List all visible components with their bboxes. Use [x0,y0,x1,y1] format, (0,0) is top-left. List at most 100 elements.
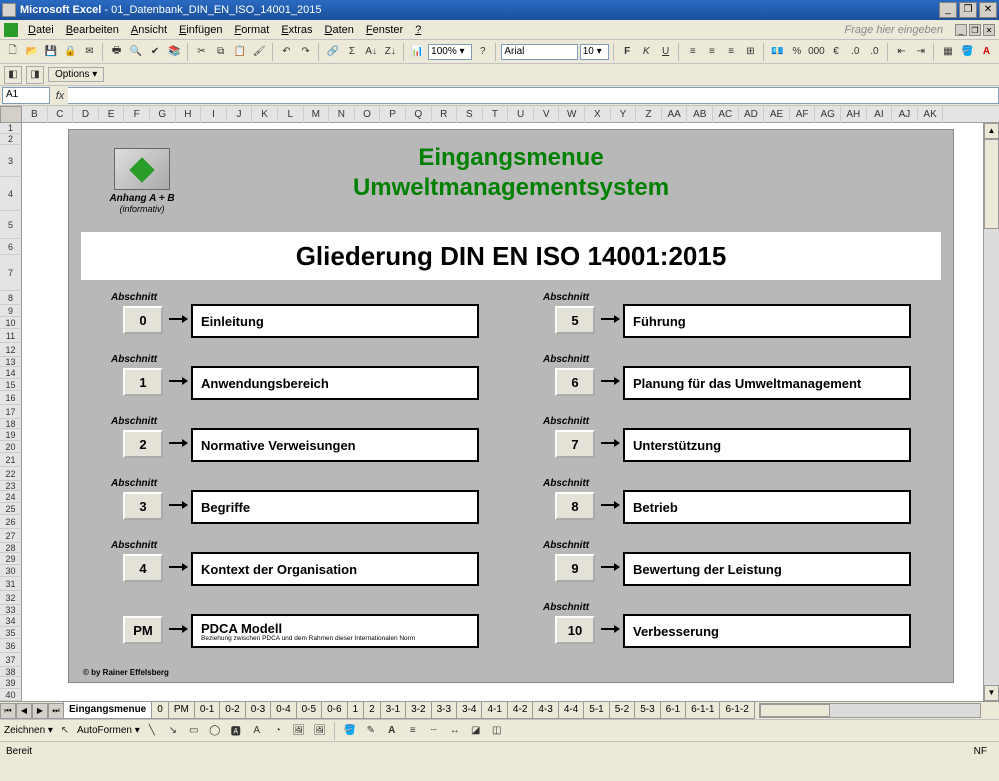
sheet-tab[interactable]: 3-4 [456,702,482,719]
snagit-icon[interactable]: ◧ [4,66,22,84]
italic-icon[interactable]: K [638,43,655,61]
column-header[interactable]: Z [636,106,662,123]
section-button-10[interactable]: 10 [555,616,595,644]
permission-icon[interactable]: 🔒 [62,43,79,61]
section-desc-8[interactable]: Betrieb [623,490,911,524]
currency-icon[interactable]: 💶 [769,43,786,61]
arrow-style-icon[interactable]: ↔ [446,722,464,740]
sheet-tab[interactable]: 3-1 [380,702,406,719]
sheet-tab[interactable]: 0-2 [219,702,245,719]
section-desc-6[interactable]: Planung für das Umweltmanagement [623,366,911,400]
row-header[interactable]: 26 [0,515,22,529]
section-button-5[interactable]: 5 [555,306,595,334]
merge-icon[interactable]: ⊞ [742,43,759,61]
column-header[interactable]: AJ [892,106,918,123]
section-desc-10[interactable]: Verbesserung [623,614,911,648]
thousands-icon[interactable]: 000 [807,43,825,61]
row-header[interactable]: 40 [0,689,22,701]
vertical-scrollbar[interactable]: ▲ ▼ [983,123,999,701]
sheet-tab[interactable]: 4-2 [507,702,533,719]
maximize-button[interactable]: ❐ [959,2,977,18]
zoom-combo[interactable]: 100% ▾ [428,44,472,60]
row-header[interactable]: 7 [0,255,22,291]
row-header[interactable]: 22 [0,467,22,481]
menu-format[interactable]: Format [228,24,275,36]
sheet-tab[interactable]: 4-3 [532,702,558,719]
sheet-tab[interactable]: PM [168,702,195,719]
menu-ansicht[interactable]: Ansicht [125,24,173,36]
research-icon[interactable]: 📚 [166,43,183,61]
font-size-combo[interactable]: 10 ▾ [580,44,609,60]
row-header[interactable]: 20 [0,441,22,453]
menu-datei[interactable]: Datei [22,24,60,36]
row-header[interactable]: 2 [0,134,22,145]
fx-icon[interactable]: fx [52,90,68,102]
dec-indent-icon[interactable]: ⇤ [893,43,910,61]
menu-?[interactable]: ? [409,24,427,36]
section-desc-4[interactable]: Kontext der Organisation [191,552,479,586]
fill-color-draw-icon[interactable]: 🪣 [341,722,359,740]
vscroll-thumb[interactable] [984,139,999,229]
menu-bearbeiten[interactable]: Bearbeiten [60,24,125,36]
section-desc-PM[interactable]: PDCA ModellBeziehung zwischen PDCA und d… [191,614,479,648]
name-box[interactable]: A1 [2,87,50,104]
row-header[interactable]: 24 [0,491,22,503]
doc-close-button[interactable]: ✕ [983,24,995,36]
underline-icon[interactable]: U [657,43,674,61]
column-header[interactable]: V [534,106,560,123]
sheet-tab[interactable]: 0-3 [245,702,271,719]
spelling-icon[interactable]: ✔ [146,43,163,61]
sheet-tab[interactable]: 0-1 [194,702,220,719]
sheet-tab[interactable]: 0 [151,702,169,719]
snagit2-icon[interactable]: ◨ [26,66,44,84]
chart-icon[interactable]: 📊 [409,43,426,61]
doc-restore-button[interactable]: ❐ [969,24,981,36]
column-header[interactable]: C [48,106,74,123]
section-button-2[interactable]: 2 [123,430,163,458]
textbox-icon[interactable]: 🅰 [227,722,245,740]
format-painter-icon[interactable]: 🖌 [251,43,268,61]
dec-decimal-icon[interactable]: .0 [866,43,883,61]
row-header[interactable]: 16 [0,391,22,405]
open-icon[interactable]: 📂 [23,43,40,61]
column-header[interactable]: M [304,106,330,123]
horizontal-scrollbar[interactable] [759,703,981,718]
row-header[interactable]: 31 [0,577,22,591]
column-header[interactable]: Y [611,106,637,123]
print-icon[interactable]: 🖶 [108,43,125,61]
row-header[interactable]: 18 [0,419,22,429]
row-header[interactable]: 4 [0,177,22,211]
menu-einfügen[interactable]: Einfügen [173,24,228,36]
column-header[interactable]: B [22,106,48,123]
sheet-tab[interactable]: 4-1 [481,702,507,719]
autosum-icon[interactable]: Σ [343,43,360,61]
autoformen-menu[interactable]: AutoFormen ▾ [77,725,140,736]
row-header[interactable]: 32 [0,591,22,605]
arrow-icon[interactable]: ↘ [164,722,182,740]
column-header[interactable]: AD [739,106,765,123]
row-header[interactable]: 36 [0,639,22,653]
clipart-icon[interactable]: 🖼 [290,722,308,740]
sheet-tab[interactable]: 2 [363,702,381,719]
row-header[interactable]: 12 [0,343,22,357]
section-desc-7[interactable]: Unterstützung [623,428,911,462]
inc-decimal-icon[interactable]: .0 [847,43,864,61]
column-header[interactable]: Q [406,106,432,123]
row-header[interactable]: 33 [0,605,22,615]
column-header[interactable]: G [150,106,176,123]
rectangle-icon[interactable]: ▭ [185,722,203,740]
zeichnen-menu[interactable]: Zeichnen ▾ [4,725,53,736]
sheet-tab[interactable]: 5-3 [634,702,660,719]
borders-icon[interactable]: ▦ [939,43,956,61]
section-desc-9[interactable]: Bewertung der Leistung [623,552,911,586]
column-header[interactable]: AF [790,106,816,123]
redo-icon[interactable]: ↷ [297,43,314,61]
section-button-PM[interactable]: PM [123,616,163,644]
options-button[interactable]: Options ▾ [48,67,104,82]
column-header[interactable]: W [559,106,585,123]
section-desc-0[interactable]: Einleitung [191,304,479,338]
select-all-corner[interactable] [0,106,22,123]
percent-icon[interactable]: % [788,43,805,61]
section-button-1[interactable]: 1 [123,368,163,396]
dash-style-icon[interactable]: ┈ [425,722,443,740]
